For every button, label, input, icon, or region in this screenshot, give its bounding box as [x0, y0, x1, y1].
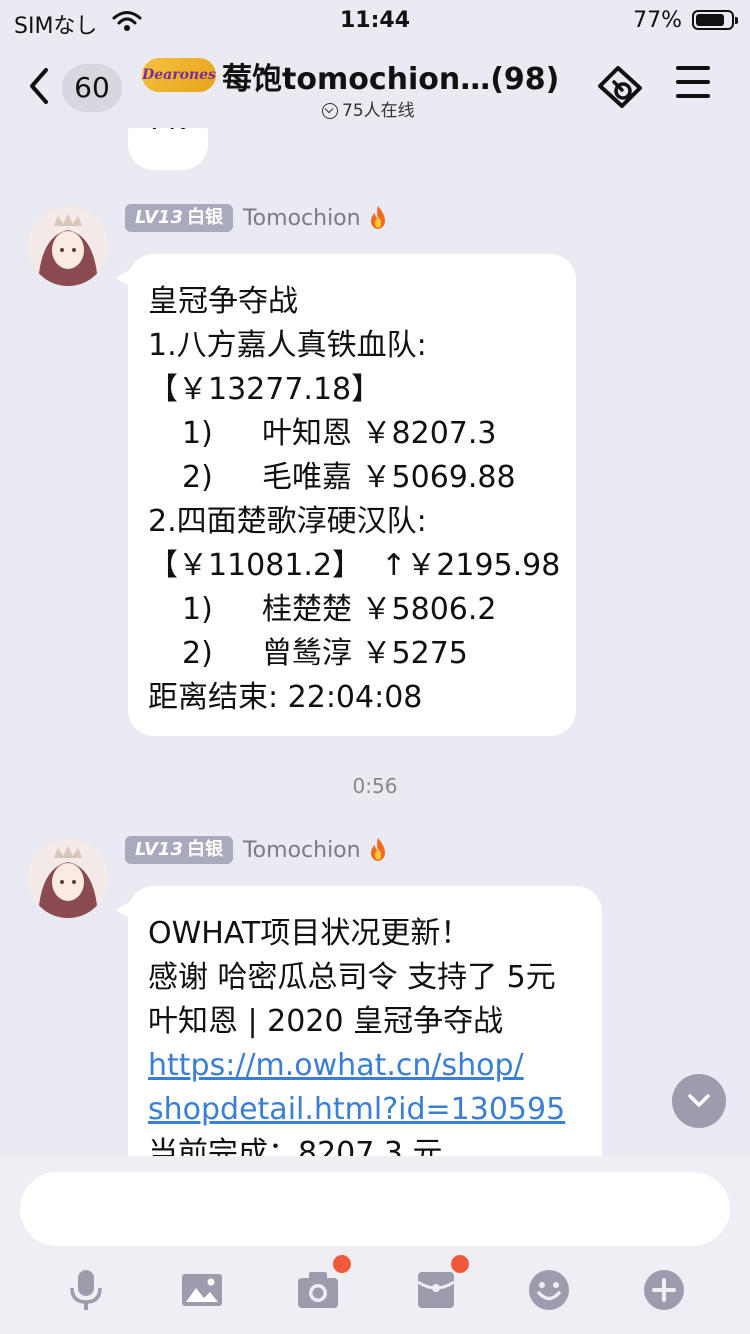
back-button[interactable]: 60: [26, 62, 126, 112]
message-bubble[interactable]: OWHAT项目状况更新！ 感谢 哈密瓜总司令 支持了 5元 叶知恩 | 2020…: [116, 886, 602, 1156]
message-line: 【￥11081.2】 ↑￥2195.98: [148, 548, 561, 583]
sender-name[interactable]: Tomochion: [243, 206, 361, 231]
message-line: 【￥13277.18】: [148, 372, 382, 407]
fire-icon: [370, 206, 385, 229]
composer: [0, 1156, 750, 1334]
chevron-down-icon: [688, 1094, 710, 1107]
message-line: 1.八方嘉人真铁血队:: [148, 328, 427, 363]
avatar-portrait: [28, 838, 108, 918]
sender-name[interactable]: Tomochion: [243, 838, 361, 863]
chevron-down-circle-icon: [322, 103, 338, 119]
camera-notification-dot: [333, 1255, 351, 1273]
level-badge: LV13 白银: [125, 204, 233, 232]
avatar[interactable]: [28, 838, 108, 918]
scroll-to-bottom-button[interactable]: [672, 1074, 726, 1128]
nav-bar: 60 Dearones 莓饱tomochion…(98) 75人在线: [0, 44, 750, 128]
message-line: OWHAT项目状况更新！: [148, 916, 471, 951]
red-packet-icon[interactable]: [414, 1268, 458, 1312]
level-badge: LV13 白银: [125, 836, 233, 864]
online-count: 75人在线: [342, 101, 415, 121]
message-line: 感谢 哈密瓜总司令 支持了 5元: [148, 960, 556, 995]
sender-meta: LV13 白银 Tomochion: [125, 204, 389, 232]
ticket-share-icon[interactable]: [596, 64, 644, 108]
message-line: 距离结束: 22:04:08: [148, 680, 423, 715]
message-line: 皇冠争夺战: [148, 284, 298, 319]
image-icon[interactable]: [180, 1268, 224, 1312]
status-bar: SIMなし 11:44 77%: [0, 0, 750, 44]
fire-icon: [370, 838, 385, 861]
message-line: 2) 曾鸶淳 ￥5275: [182, 636, 468, 671]
previous-message-bubble: Pk: [128, 128, 208, 170]
group-logo: Dearones: [142, 58, 216, 92]
microphone-icon[interactable]: [64, 1268, 108, 1312]
battery-percent: 77%: [633, 8, 682, 33]
message-line: 2.四面楚歌淳硬汉队:: [148, 504, 427, 539]
chat-title[interactable]: 莓饱tomochion…(98): [222, 54, 559, 98]
message-line: 叶知恩 | 2020 皇冠争夺战: [148, 1004, 504, 1039]
group-logo-text: Dearones: [142, 67, 216, 83]
message-line: 1) 桂楚楚 ￥5806.2: [182, 592, 497, 627]
sender-meta: LV13 白银 Tomochion: [125, 836, 389, 864]
message-bubble[interactable]: 皇冠争夺战 1.八方嘉人真铁血队: 【￥13277.18】 1) 叶知恩 ￥820…: [116, 254, 576, 736]
time-separator: 0:56: [352, 774, 398, 798]
previous-message-text: Pk: [150, 128, 185, 142]
chevron-left-icon: [30, 68, 48, 104]
unread-count-badge: 60: [62, 64, 122, 112]
avatar-portrait: [28, 206, 108, 286]
owhat-link[interactable]: shopdetail.html?id=130595: [148, 1088, 582, 1132]
battery-icon: [692, 10, 738, 30]
camera-icon[interactable]: [296, 1268, 340, 1312]
online-status: 75人在线: [322, 96, 415, 121]
message-line: 1) 叶知恩 ￥8207.3: [182, 416, 497, 451]
message-line: 当前完成：8207.3 元: [148, 1136, 443, 1156]
menu-icon[interactable]: [676, 66, 712, 100]
owhat-link[interactable]: https://m.owhat.cn/shop/: [148, 1044, 582, 1088]
plus-icon[interactable]: [642, 1268, 686, 1312]
chat-scroll-area[interactable]: Pk LV13白银 Tomochion 皇冠争夺战 1.八方嘉人真铁血队: 【￥1…: [0, 128, 750, 1156]
emoji-icon[interactable]: [527, 1268, 571, 1312]
avatar[interactable]: [28, 206, 108, 286]
red-packet-notification-dot: [451, 1255, 469, 1273]
message-input[interactable]: [20, 1172, 730, 1246]
message-line: 2) 毛唯嘉 ￥5069.88: [182, 460, 516, 495]
